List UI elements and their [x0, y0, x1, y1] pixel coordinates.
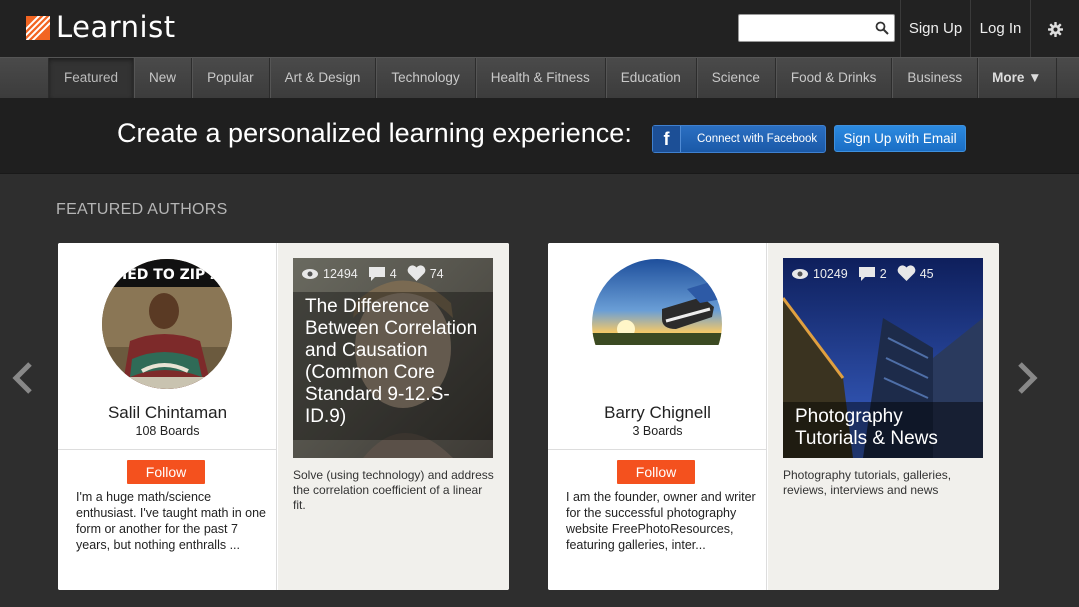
board-title[interactable]: Photography Tutorials & News	[783, 402, 983, 458]
logo-text: Learnist	[56, 10, 176, 44]
nav-health-fitness[interactable]: Health & Fitness	[474, 58, 605, 98]
facebook-button-label: Connect with Facebook	[697, 133, 818, 145]
nav-technology[interactable]: Technology	[375, 58, 474, 98]
avatar[interactable]	[592, 259, 722, 389]
board-description: Solve (using technology) and address the…	[293, 468, 494, 512]
settings-button[interactable]	[1030, 0, 1079, 57]
search-icon[interactable]	[875, 21, 889, 35]
search-box	[738, 14, 895, 42]
signup-banner: Create a personalized learning experienc…	[0, 98, 1079, 174]
nav-education[interactable]: Education	[604, 58, 696, 98]
svg-text:IED TO ZIP Z: IED TO ZIP Z	[122, 267, 220, 283]
author-name[interactable]: Salil Chintaman	[58, 403, 277, 423]
nav-food-drinks[interactable]: Food & Drinks	[774, 58, 892, 98]
comment-count-value: 2	[879, 266, 887, 281]
author-bio: I am the founder, owner and writer for t…	[566, 490, 756, 552]
top-bar: Learnist Sign Up Log In	[0, 0, 1079, 57]
view-count-value: 10249	[813, 266, 848, 281]
comment-icon	[368, 266, 385, 281]
nav-more-dropdown[interactable]: More ▼	[977, 58, 1057, 98]
nav-featured[interactable]: Featured	[48, 58, 134, 98]
author-board-count: 108 Boards	[135, 424, 200, 438]
comment-count-value: 4	[389, 266, 397, 281]
comment-icon	[858, 266, 875, 281]
view-count: 10249	[791, 267, 848, 281]
author-bio: I'm a huge math/science enthusiast. I've…	[76, 490, 267, 552]
like-count-value: 74	[429, 266, 444, 281]
signup-email-button[interactable]: Sign Up with Email	[834, 125, 966, 152]
nav-science[interactable]: Science	[695, 58, 775, 98]
featured-board: 12494 4 74 The Difference Between Correl…	[278, 243, 509, 590]
author-card: IED TO ZIP Z Salil Chintaman 108 Boards …	[58, 243, 509, 590]
board-description: Photography tutorials, galleries, review…	[783, 468, 952, 497]
board-thumbnail[interactable]: 12494 4 74 The Difference Between Correl…	[293, 258, 493, 458]
search-input[interactable]	[739, 15, 869, 41]
follow-button[interactable]: Follow	[617, 460, 695, 484]
category-nav: Featured New Popular Art & Design Techno…	[0, 57, 1079, 98]
like-count-value: 45	[919, 266, 934, 281]
follow-button[interactable]: Follow	[127, 460, 205, 484]
author-card: Barry Chignell 3 Boards Follow I am the …	[548, 243, 999, 590]
comment-count: 2	[858, 266, 887, 282]
connect-facebook-button[interactable]: f Connect with Facebook	[652, 125, 826, 153]
featured-board: 10249 2 45 Photography Tutorials & News …	[768, 243, 999, 590]
logo-mark-icon	[26, 15, 50, 40]
gear-icon	[1047, 21, 1063, 37]
featured-authors-heading: FEATURED AUTHORS	[56, 201, 228, 218]
board-stats: 12494 4 74	[301, 265, 454, 282]
view-count: 12494	[301, 267, 358, 281]
view-count-value: 12494	[323, 266, 358, 281]
facebook-icon: f	[653, 126, 681, 152]
like-count: 45	[897, 265, 934, 282]
author-profile: IED TO ZIP Z Salil Chintaman 108 Boards …	[58, 243, 277, 590]
avatar[interactable]: IED TO ZIP Z	[102, 259, 232, 389]
eye-icon	[792, 268, 808, 279]
nav-business[interactable]: Business	[891, 58, 977, 98]
divider	[548, 449, 767, 450]
nav-art-design[interactable]: Art & Design	[268, 58, 376, 98]
board-title[interactable]: The Difference Between Correlation and C…	[293, 292, 493, 440]
nav-new[interactable]: New	[133, 58, 191, 98]
author-board-count: 3 Boards	[632, 424, 683, 438]
eye-icon	[302, 268, 318, 279]
carousel-next-arrow-icon[interactable]	[1014, 360, 1042, 396]
board-thumbnail[interactable]: 10249 2 45 Photography Tutorials & News	[783, 258, 983, 458]
log-in-link[interactable]: Log In	[970, 0, 1030, 57]
board-stats: 10249 2 45	[791, 265, 944, 282]
heart-icon	[897, 265, 916, 281]
heart-icon	[407, 265, 426, 281]
carousel-prev-arrow-icon[interactable]	[8, 360, 36, 396]
author-name[interactable]: Barry Chignell	[548, 403, 767, 423]
divider	[58, 449, 277, 450]
learnist-logo[interactable]: Learnist	[26, 10, 176, 44]
banner-headline: Create a personalized learning experienc…	[117, 118, 632, 148]
like-count: 74	[407, 265, 444, 282]
sign-up-link[interactable]: Sign Up	[900, 0, 970, 57]
comment-count: 4	[368, 266, 397, 282]
author-profile: Barry Chignell 3 Boards Follow I am the …	[548, 243, 767, 590]
nav-popular[interactable]: Popular	[191, 58, 269, 98]
